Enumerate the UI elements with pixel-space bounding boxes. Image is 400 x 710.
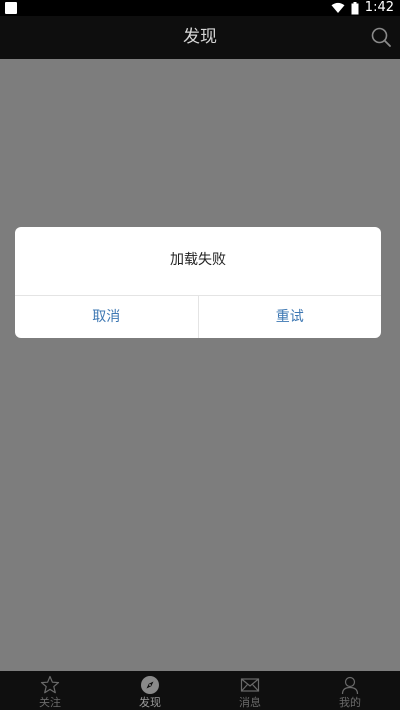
page-title: 发现	[183, 27, 217, 47]
tab-me[interactable]: 我的	[300, 671, 400, 710]
compass-icon	[141, 676, 159, 694]
status-indicators: 1:42	[331, 0, 394, 16]
tab-label: 发现	[139, 696, 161, 709]
tab-label: 消息	[239, 696, 261, 709]
cancel-button[interactable]: 取消	[15, 296, 198, 338]
status-time: 1:42	[364, 0, 394, 15]
wifi-icon	[331, 2, 345, 13]
search-button[interactable]	[370, 26, 392, 48]
tab-follow[interactable]: 关注	[0, 671, 100, 710]
search-icon	[371, 27, 391, 47]
retry-button[interactable]: 重试	[199, 296, 382, 338]
bottom-tab-bar: 关注 发现 消息 我的	[0, 671, 400, 710]
load-failed-dialog: 加载失败 取消 重试	[15, 227, 381, 338]
status-bar: 1:42	[0, 0, 400, 16]
content-overlay	[0, 59, 400, 671]
mail-icon	[240, 678, 260, 692]
person-icon	[341, 676, 359, 695]
tab-label: 我的	[339, 696, 361, 709]
star-icon	[40, 675, 60, 694]
tab-messages[interactable]: 消息	[200, 671, 300, 710]
tab-label: 关注	[39, 696, 61, 709]
app-bar: 发现	[0, 16, 400, 59]
battery-icon	[351, 1, 359, 14]
notification-icon	[5, 2, 17, 14]
tab-discover[interactable]: 发现	[100, 671, 200, 710]
dialog-message: 加载失败	[170, 252, 226, 268]
dialog-actions: 取消 重试	[15, 296, 381, 338]
